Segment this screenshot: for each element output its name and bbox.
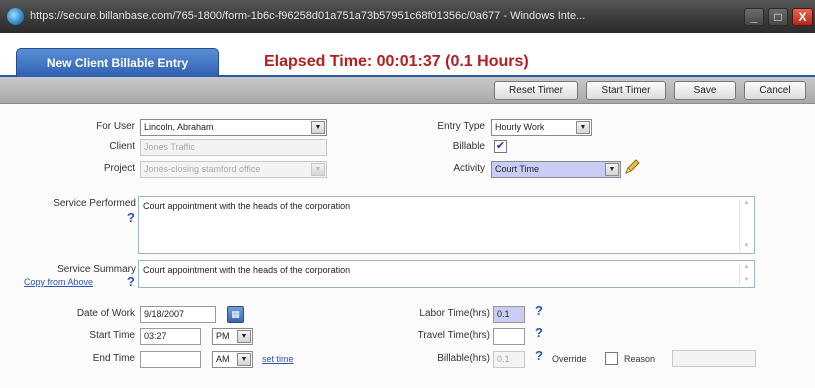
edit-pencil-icon[interactable] — [623, 158, 641, 176]
project-value: Jones-closing stamford office — [144, 164, 261, 174]
service-summary-label: Service Summary — [57, 264, 136, 275]
chevron-down-icon[interactable]: ▼ — [237, 330, 251, 343]
reason-input[interactable] — [672, 350, 756, 367]
entry-header: New Client Billable Entry Elapsed Time: … — [0, 33, 815, 77]
window-title: https://secure.billanbase.com/765-1800/f… — [30, 10, 586, 22]
start-timer-button[interactable]: Start Timer — [586, 81, 666, 100]
start-time-label: Start Time — [89, 330, 135, 341]
tab-new-client-billable-entry[interactable]: New Client Billable Entry — [16, 48, 219, 77]
activity-label: Activity — [453, 163, 485, 174]
set-time-link[interactable]: set time — [262, 354, 294, 364]
travel-time-input[interactable] — [493, 328, 525, 345]
reason-label: Reason — [624, 354, 656, 364]
service-performed-textarea[interactable]: Court appointment with the heads of the … — [138, 196, 755, 254]
service-performed-text: Court appointment with the heads of the … — [143, 201, 351, 211]
scroll-down-icon[interactable]: ▼ — [741, 276, 752, 285]
window-title-bar: https://secure.billanbase.com/765-1800/f… — [0, 0, 815, 33]
chevron-down-icon[interactable]: ▼ — [311, 121, 325, 134]
end-time-ampm-select[interactable]: AM ▼ — [212, 351, 253, 368]
service-summary-textarea[interactable]: Court appointment with the heads of the … — [138, 260, 755, 288]
labor-time-help-icon[interactable]: ? — [535, 303, 543, 318]
start-ampm-value: PM — [216, 331, 230, 341]
labor-time-input[interactable]: 0.1 — [493, 306, 525, 323]
scroll-up-icon[interactable]: ▲ — [741, 263, 752, 272]
entry-form: For User Lincoln, Abraham ▼ Client Jones… — [0, 104, 815, 388]
billable-hrs-label: Billable(hrs) — [437, 353, 490, 364]
override-checkbox[interactable] — [605, 352, 618, 365]
calendar-icon[interactable]: ▦ — [227, 306, 244, 323]
entry-type-select[interactable]: Hourly Work ▼ — [491, 119, 592, 136]
save-button[interactable]: Save — [674, 81, 736, 100]
reset-timer-button[interactable]: Reset Timer — [494, 81, 578, 100]
action-toolbar: Reset Timer Start Timer Save Cancel — [0, 77, 815, 104]
project-label: Project — [103, 163, 135, 174]
travel-time-label: Travel Time(hrs) — [417, 330, 490, 341]
scroll-down-icon[interactable]: ▼ — [741, 242, 752, 251]
service-performed-label: Service Performed — [53, 198, 136, 209]
chevron-down-icon[interactable]: ▼ — [605, 163, 619, 176]
activity-value: Court Time — [495, 164, 540, 174]
start-time-ampm-select[interactable]: PM ▼ — [212, 328, 253, 345]
billable-hrs-input[interactable]: 0.1 — [493, 351, 525, 368]
scroll-up-icon[interactable]: ▲ — [741, 199, 752, 208]
service-summary-text: Court appointment with the heads of the … — [143, 265, 351, 275]
entry-type-label: Entry Type — [437, 121, 485, 132]
project-select[interactable]: Jones-closing stamford office ▼ — [140, 161, 327, 178]
service-performed-help-icon[interactable]: ? — [127, 210, 135, 225]
minimize-button[interactable]: _ — [744, 8, 764, 26]
entry-type-value: Hourly Work — [495, 122, 545, 132]
cancel-button[interactable]: Cancel — [744, 81, 806, 100]
chevron-down-icon[interactable]: ▼ — [311, 163, 325, 176]
close-button[interactable]: X — [792, 8, 813, 26]
copy-from-above-link[interactable]: Copy from Above — [24, 277, 93, 287]
end-time-label: End Time — [92, 353, 135, 364]
start-time-input[interactable]: 03:27 — [140, 328, 201, 345]
end-time-input[interactable] — [140, 351, 201, 368]
override-label: Override — [552, 354, 587, 364]
client-label: Client — [109, 141, 135, 152]
for-user-value: Lincoln, Abraham — [144, 122, 214, 132]
billable-hrs-help-icon[interactable]: ? — [535, 348, 543, 363]
activity-select[interactable]: Court Time ▼ — [491, 161, 621, 178]
for-user-label: For User — [96, 121, 135, 132]
browser-icon — [7, 8, 24, 25]
billable-label: Billable — [452, 141, 485, 152]
client-input[interactable]: Jones Traffic — [140, 139, 327, 156]
date-of-work-label: Date of Work — [76, 308, 135, 319]
travel-time-help-icon[interactable]: ? — [535, 325, 543, 340]
date-of-work-input[interactable]: 9/18/2007 — [140, 306, 216, 323]
end-ampm-value: AM — [216, 354, 230, 364]
service-summary-help-icon[interactable]: ? — [127, 274, 135, 289]
chevron-down-icon[interactable]: ▼ — [237, 353, 251, 366]
billable-checkbox[interactable]: ✔ — [494, 140, 507, 153]
elapsed-time-display: Elapsed Time: 00:01:37 (0.1 Hours) — [264, 53, 529, 70]
scrollbar[interactable]: ▲ ▼ — [739, 199, 752, 251]
maximize-button[interactable]: □ — [768, 8, 788, 26]
scrollbar[interactable]: ▲ ▼ — [739, 263, 752, 285]
for-user-select[interactable]: Lincoln, Abraham ▼ — [140, 119, 327, 136]
chevron-down-icon[interactable]: ▼ — [576, 121, 590, 134]
labor-time-label: Labor Time(hrs) — [419, 308, 490, 319]
